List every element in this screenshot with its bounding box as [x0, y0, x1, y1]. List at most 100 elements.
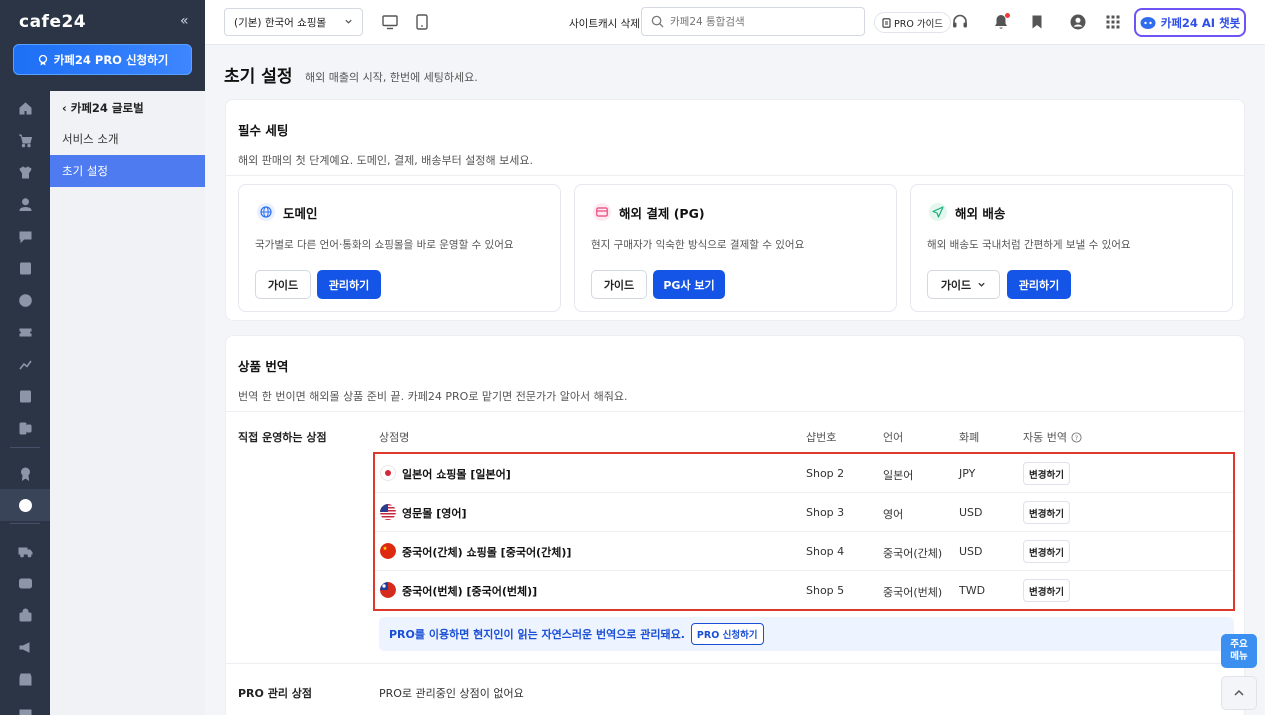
essential-title: 필수 세팅 [238, 123, 289, 138]
mobile-view-icon[interactable] [413, 13, 431, 31]
change-button[interactable]: 변경하기 [1023, 579, 1070, 602]
shop-select[interactable]: (기본) 한국어 쇼핑몰 [224, 8, 363, 36]
table-row: 중국어(번체) [중국어(번체)] Shop 5 중국어(번체) TWD 변경하… [375, 571, 1233, 610]
top-header: (기본) 한국어 쇼핑몰 사이트캐시 삭제 PRO 가이드 카페24 AI 챗봇 [205, 0, 1265, 45]
domain-card: 도메인 국가별로 다른 언어·통화의 쇼핑몰을 바로 운영할 수 있어요 가이드… [238, 184, 561, 312]
shop-name: 일본어 쇼핑몰 [일본어] [402, 468, 511, 481]
user-icon[interactable] [0, 188, 50, 220]
help-icon[interactable]: ? [1071, 431, 1082, 443]
store-icon[interactable] [0, 599, 50, 631]
plane-icon [929, 203, 947, 221]
search-input[interactable] [670, 15, 850, 28]
card-icon [593, 203, 611, 221]
app-grid-icon[interactable] [1104, 13, 1122, 31]
truck-icon[interactable] [0, 535, 50, 567]
rail-divider [10, 523, 40, 524]
col-shop-name: 상점명 [379, 431, 410, 444]
pro-apply-label: 카페24 PRO 신청하기 [53, 52, 169, 67]
pro-apply-button[interactable]: 카페24 PRO 신청하기 [13, 44, 192, 75]
col-shop-no: 샵번호 [806, 431, 837, 444]
icon-rail [0, 91, 50, 715]
palette-icon[interactable] [0, 284, 50, 316]
shipping-guide-dropdown[interactable]: 가이드 [927, 270, 1000, 299]
shop-icon[interactable] [0, 663, 50, 695]
shirt-icon[interactable] [0, 156, 50, 188]
scroll-top-button[interactable] [1221, 676, 1257, 710]
notification-bell-icon[interactable] [992, 13, 1010, 31]
desktop-view-icon[interactable] [381, 13, 399, 31]
pro-guide-button[interactable]: PRO 가이드 [874, 12, 952, 33]
col-language: 언어 [883, 431, 904, 444]
board-icon[interactable] [0, 252, 50, 284]
pg-view-button[interactable]: PG사 보기 [653, 270, 725, 299]
app-icon[interactable] [0, 412, 50, 444]
page-title: 초기 설정 [224, 67, 293, 87]
change-button[interactable]: 변경하기 [1023, 540, 1070, 563]
integrated-search[interactable] [641, 7, 865, 36]
chevron-down-icon [345, 19, 352, 24]
cafe24-logo[interactable]: cafe24 [19, 12, 86, 32]
headset-icon[interactable] [951, 13, 969, 31]
subnav-item-initial-setup[interactable]: 초기 설정 [50, 155, 205, 187]
translation-title: 상품 번역 [238, 359, 289, 374]
ai-chatbot-button[interactable]: 카페24 AI 챗봇 [1134, 8, 1246, 37]
table-row: 영문몰 [영어] Shop 3 영어 USD 변경하기 [375, 493, 1233, 532]
collapse-sidebar-button[interactable]: « [180, 13, 189, 29]
rail-divider [10, 447, 40, 448]
shop-currency: USD [959, 506, 983, 519]
back-to-global-link[interactable]: ‹ 카페24 글로벌 [62, 100, 144, 116]
divider [226, 175, 1244, 176]
essential-setup-section: 필수 세팅 해외 판매의 첫 단계예요. 도메인, 결제, 배송부터 설정해 보… [225, 99, 1245, 321]
video-icon[interactable] [0, 567, 50, 599]
report-icon[interactable] [0, 380, 50, 412]
payment-desc: 현지 구매자가 익숙한 방식으로 결제할 수 있어요 [591, 239, 805, 251]
pro-apply-small-button[interactable]: PRO 신청하기 [690, 623, 764, 645]
divider [226, 411, 1244, 412]
change-button[interactable]: 변경하기 [1023, 501, 1070, 524]
payment-card: 해외 결제 (PG) 현지 구매자가 익숙한 방식으로 결제할 수 있어요 가이… [574, 184, 897, 312]
home-icon[interactable] [0, 92, 50, 124]
fab-line-1: 주요 [1230, 639, 1248, 650]
search-icon [651, 15, 664, 28]
shipping-card: 해외 배송 해외 배송도 국내처럼 간편하게 보낼 수 있어요 가이드 관리하기 [910, 184, 1233, 312]
domain-guide-button[interactable]: 가이드 [255, 270, 311, 299]
cart-icon[interactable] [0, 124, 50, 156]
shipping-guide-label: 가이드 [940, 278, 972, 292]
shop-currency: TWD [959, 584, 986, 597]
global-icon[interactable] [0, 489, 50, 521]
subnav-item-service-intro[interactable]: 서비스 소개 [50, 123, 205, 155]
change-button[interactable]: 변경하기 [1023, 462, 1070, 485]
back-label: 카페24 글로벌 [70, 101, 144, 115]
account-icon[interactable] [1069, 13, 1087, 31]
ticket-icon[interactable] [0, 316, 50, 348]
auto-translate-label: 자동 번역 [1023, 431, 1067, 444]
pro-managed-label: PRO 관리 상점 [238, 687, 313, 700]
megaphone-icon[interactable] [0, 631, 50, 663]
main-menu-fab[interactable]: 주요 메뉴 [1221, 634, 1257, 668]
essential-desc: 해외 판매의 첫 단계예요. 도메인, 결제, 배송부터 설정해 보세요. [238, 154, 533, 167]
shop-name: 중국어(간체) 쇼핑몰 [중국어(간체)] [402, 546, 572, 559]
payment-guide-button[interactable]: 가이드 [591, 270, 647, 299]
notification-dot [1005, 13, 1010, 18]
document-icon [882, 17, 891, 28]
shop-number: Shop 4 [806, 545, 845, 558]
col-auto-translate: 자동 번역 ? [1023, 429, 1082, 445]
pro-managed-empty: PRO로 관리중인 상점이 없어요 [379, 687, 524, 700]
shipping-desc: 해외 배송도 국내처럼 간편하게 보낼 수 있어요 [927, 239, 1131, 251]
chevron-down-icon [978, 282, 985, 287]
pro-badge-icon[interactable] [0, 457, 50, 489]
pro-badge-icon [38, 54, 47, 65]
bookmark-icon[interactable] [1028, 13, 1046, 31]
pro-guide-label: PRO 가이드 [894, 18, 944, 30]
shop-language: 중국어(번체) [883, 586, 943, 599]
chat-icon[interactable] [0, 220, 50, 252]
site-cache-delete-link[interactable]: 사이트캐시 삭제 [569, 16, 640, 31]
chart-icon[interactable] [0, 348, 50, 380]
shipping-manage-button[interactable]: 관리하기 [1007, 270, 1071, 299]
shop-currency: JPY [959, 467, 976, 480]
col-currency: 화폐 [959, 431, 980, 444]
fab-line-2: 메뉴 [1230, 651, 1248, 662]
more-icon[interactable] [0, 695, 50, 715]
domain-manage-button[interactable]: 관리하기 [317, 270, 381, 299]
taiwan-flag-icon [380, 582, 396, 598]
